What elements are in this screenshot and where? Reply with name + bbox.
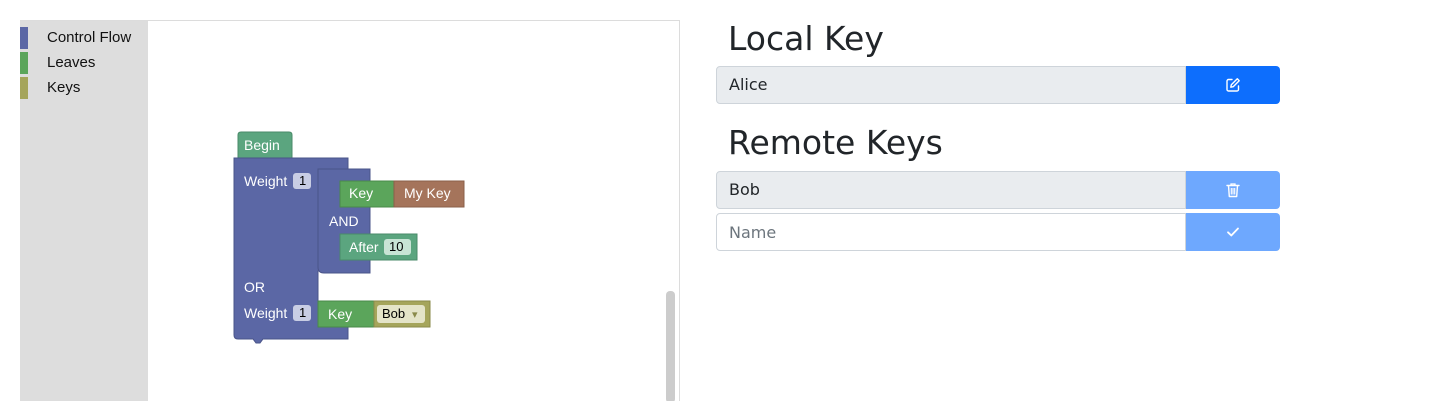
begin-label: Begin — [244, 137, 280, 153]
category-color-swatch — [20, 27, 28, 49]
local-key-heading: Local Key — [728, 19, 884, 58]
edit-icon — [1226, 78, 1240, 92]
blockly-workspace[interactable]: Control Flow Leaves Keys Begin Weight 1 … — [20, 20, 680, 401]
block-diagram: Begin Weight 1 OR Weight 1 AND Key My Ke… — [233, 131, 465, 344]
remote-key-row: Bob — [716, 171, 1280, 209]
toolbox-category-keys[interactable]: Keys — [20, 75, 148, 99]
local-key-field: Alice — [716, 66, 1186, 104]
edit-local-key-button[interactable] — [1186, 66, 1280, 104]
key-label: Key — [349, 185, 373, 201]
after-label: After — [349, 239, 379, 255]
key-label: Key — [328, 306, 352, 322]
blockly-toolbox: Control Flow Leaves Keys — [20, 21, 148, 401]
category-color-swatch — [20, 77, 28, 99]
remote-key-field: Bob — [716, 171, 1186, 209]
after-value: 10 — [389, 239, 403, 254]
toolbox-category-label: Leaves — [47, 54, 96, 71]
trash-icon — [1226, 183, 1240, 198]
toolbox-category-label: Keys — [47, 79, 81, 96]
dropdown-arrow-icon: ▾ — [412, 308, 418, 321]
begin-block[interactable]: Begin — [237, 131, 293, 159]
add-remote-key-button[interactable] — [1186, 213, 1280, 251]
bob-dropdown-value: Bob — [382, 306, 405, 321]
key-bob-leaf-block[interactable]: Key Bob ▾ — [317, 300, 431, 328]
weight-label: Weight — [244, 173, 287, 189]
blockly-canvas[interactable]: Begin Weight 1 OR Weight 1 AND Key My Ke… — [148, 21, 679, 401]
my-key-label: My Key — [404, 185, 451, 201]
weight-2-value: 1 — [299, 305, 306, 320]
check-icon — [1227, 227, 1239, 237]
workspace-vertical-scrollbar[interactable] — [666, 291, 675, 401]
toolbox-category-leaves[interactable]: Leaves — [20, 50, 148, 74]
new-remote-key-row — [716, 213, 1280, 251]
and-label: AND — [329, 213, 359, 229]
remote-keys-heading: Remote Keys — [728, 123, 943, 162]
category-color-swatch — [20, 52, 28, 74]
new-remote-key-name-input[interactable] — [716, 213, 1186, 251]
weight-1-value: 1 — [299, 173, 306, 188]
local-key-row: Alice — [716, 66, 1280, 104]
toolbox-category-label: Control Flow — [47, 29, 132, 46]
or-label: OR — [244, 279, 265, 295]
weight-label: Weight — [244, 305, 287, 321]
delete-remote-key-button[interactable] — [1186, 171, 1280, 209]
toolbox-category-control-flow[interactable]: Control Flow — [20, 25, 148, 49]
after-leaf-block[interactable]: After 10 — [339, 233, 418, 261]
key-leaf-block[interactable]: Key My Key — [339, 180, 465, 208]
